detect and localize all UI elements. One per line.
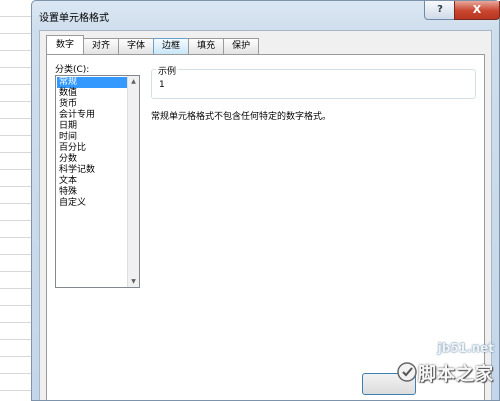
sample-legend: 示例 — [156, 64, 179, 77]
list-item[interactable]: 货币 — [57, 99, 129, 110]
sample-value: 1 — [159, 80, 165, 90]
list-item[interactable]: 会计专用 — [57, 110, 129, 121]
dialog-title: 设置单元格格式 — [39, 13, 109, 24]
list-item[interactable]: 常规 — [57, 77, 129, 88]
list-item[interactable]: 数值 — [57, 88, 129, 99]
format-description: 常规单元格格式不包含任何特定的数字格式。 — [151, 112, 332, 122]
close-button[interactable]: X — [454, 1, 500, 20]
tab-protection[interactable]: 保护 — [223, 38, 260, 54]
tab-fill[interactable]: 填充 — [188, 38, 225, 54]
list-item[interactable]: 百分比 — [57, 143, 129, 154]
watermark-url: jb51.net — [437, 341, 494, 355]
list-item[interactable]: 特殊 — [57, 187, 129, 198]
category-label: 分类(C): — [55, 65, 90, 75]
tab-strip: 数字 对齐 字体 边框 填充 保护 — [46, 35, 260, 55]
tab-number[interactable]: 数字 — [46, 35, 85, 54]
category-list-items: 常规 数值 货币 会计专用 日期 时间 百分比 分数 科学记数 文本 特殊 自定… — [57, 77, 129, 209]
tab-alignment[interactable]: 对齐 — [83, 38, 120, 54]
site-watermark: jb51.net 脚本之家 — [396, 341, 500, 401]
scroll-down-arrow-icon[interactable]: ▼ — [128, 276, 139, 287]
help-button[interactable]: ? — [424, 1, 456, 20]
list-item[interactable]: 分数 — [57, 154, 129, 165]
category-listbox[interactable]: 常规 数值 货币 会计专用 日期 时间 百分比 分数 科学记数 文本 特殊 自定… — [55, 75, 140, 288]
tab-border[interactable]: 边框 — [153, 38, 190, 54]
scroll-up-arrow-icon[interactable]: ▲ — [128, 76, 139, 87]
category-scrollbar[interactable]: ▲ ▼ — [127, 76, 139, 287]
list-item[interactable]: 时间 — [57, 132, 129, 143]
list-item[interactable]: 日期 — [57, 121, 129, 132]
tab-font[interactable]: 字体 — [118, 38, 155, 54]
list-item[interactable]: 科学记数 — [57, 165, 129, 176]
sample-group: 示例 1 — [151, 64, 476, 99]
watermark-logo-icon — [397, 362, 417, 382]
watermark-text: 脚本之家 — [418, 364, 494, 385]
list-item[interactable]: 文本 — [57, 176, 129, 187]
list-item[interactable]: 自定义 — [57, 198, 129, 209]
